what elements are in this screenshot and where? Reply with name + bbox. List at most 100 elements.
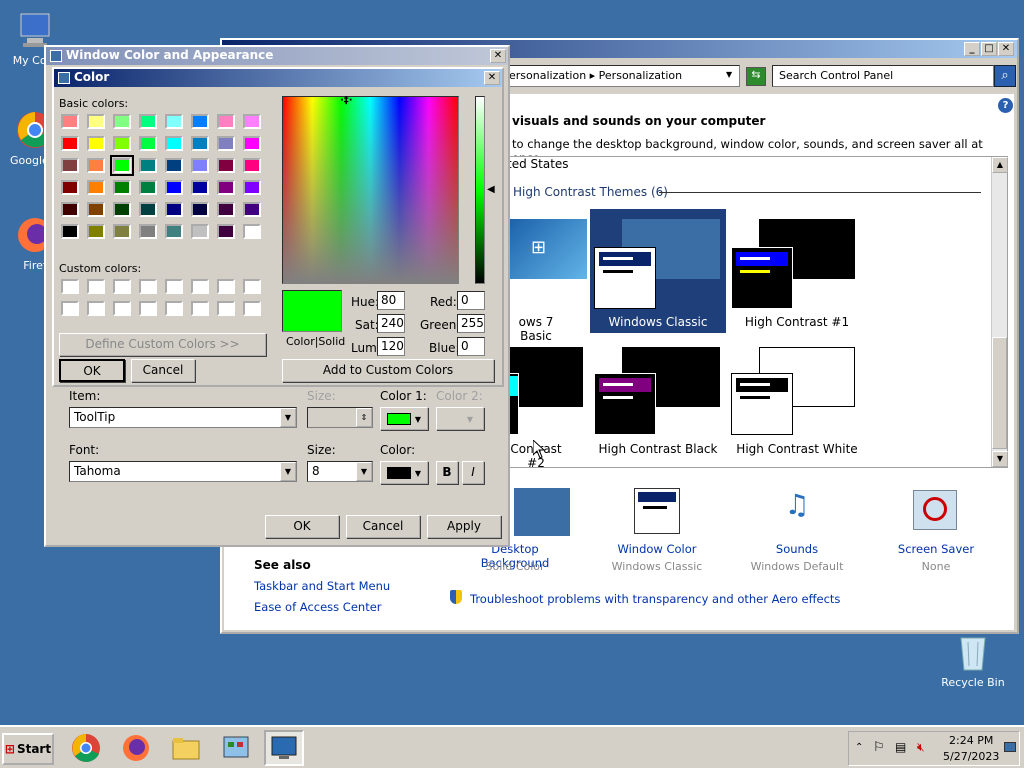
basic-color-swatch[interactable] (243, 114, 261, 129)
theme-high-contrast-2[interactable]: Contrast #2 (505, 337, 591, 470)
custom-color-swatch[interactable] (139, 301, 157, 316)
basic-color-swatch[interactable] (87, 114, 105, 129)
basic-color-swatch[interactable] (243, 136, 261, 151)
custom-color-swatch[interactable] (139, 279, 157, 294)
basic-color-swatch[interactable] (87, 180, 105, 195)
network-icon[interactable]: ▤ (895, 740, 906, 754)
add-to-custom-colors-button[interactable]: Add to Custom Colors (282, 359, 494, 382)
theme-high-contrast-white[interactable]: High Contrast White (729, 337, 865, 461)
basic-color-swatch[interactable] (61, 180, 79, 195)
basic-color-swatch[interactable] (243, 202, 261, 217)
clock-time[interactable]: 2:24 PM (949, 734, 993, 747)
theme-windows-classic[interactable]: Windows Classic (590, 209, 726, 333)
basic-color-swatch[interactable] (110, 155, 134, 176)
clock-date[interactable]: 5/27/2023 (943, 750, 999, 763)
search-input[interactable]: Search Control Panel (772, 65, 994, 87)
basic-color-swatch[interactable] (113, 136, 131, 151)
font-select[interactable]: Tahoma ▼ (69, 461, 297, 482)
action-center-flag-icon[interactable]: ⚐ (873, 740, 885, 755)
dialog-titlebar[interactable]: Color (54, 69, 502, 87)
basic-color-swatch[interactable] (165, 158, 183, 173)
basic-color-swatch[interactable] (87, 224, 105, 239)
close-button[interactable]: ✕ (998, 42, 1014, 56)
ease-of-access-link[interactable]: Ease of Access Center (254, 600, 382, 614)
basic-color-swatch[interactable] (139, 202, 157, 217)
basic-color-swatch[interactable] (191, 180, 209, 195)
italic-button[interactable]: I (462, 461, 484, 484)
screen-saver-setting[interactable]: Screen Saver None (881, 488, 991, 573)
ok-button[interactable]: OK (265, 515, 339, 538)
basic-color-swatch[interactable] (217, 180, 235, 195)
basic-color-swatch[interactable] (217, 136, 235, 151)
minimize-button[interactable]: _ (964, 42, 980, 56)
theme-list-scrollbar[interactable]: ▲ ▼ (991, 157, 1008, 467)
close-button[interactable]: ✕ (490, 49, 506, 63)
ok-button[interactable]: OK (59, 359, 125, 382)
basic-color-swatch[interactable] (217, 224, 235, 239)
custom-color-swatch[interactable] (87, 279, 105, 294)
basic-color-swatch[interactable] (165, 136, 183, 151)
taskbar-file-explorer[interactable] (166, 730, 206, 766)
basic-color-swatch[interactable] (113, 180, 131, 195)
scrollbar-thumb[interactable] (992, 337, 1007, 449)
custom-color-swatch[interactable] (217, 279, 235, 294)
lum-input[interactable]: 120 (377, 337, 405, 356)
basic-color-swatch[interactable] (217, 202, 235, 217)
basic-color-swatch[interactable] (165, 224, 183, 239)
taskbar-control-panel[interactable] (216, 730, 256, 766)
basic-color-swatch[interactable] (165, 180, 183, 195)
luminance-slider[interactable] (475, 96, 485, 284)
dialog-titlebar[interactable]: Window Color and Appearance (46, 47, 508, 65)
theme-high-contrast-black[interactable]: High Contrast Black (590, 337, 726, 461)
basic-color-swatch[interactable] (61, 114, 79, 129)
taskbar-firefox[interactable] (116, 730, 156, 766)
custom-color-swatch[interactable] (87, 301, 105, 316)
help-icon[interactable]: ? (998, 98, 1013, 113)
apply-button[interactable]: Apply (427, 515, 501, 538)
refresh-icon[interactable]: ⇆ (746, 67, 766, 86)
theme-windows-7-basic[interactable]: ⊞ ows 7 Basic (505, 209, 591, 343)
basic-color-swatch[interactable] (61, 224, 79, 239)
custom-color-swatch[interactable] (191, 301, 209, 316)
custom-color-swatch[interactable] (113, 279, 131, 294)
basic-color-swatch[interactable] (113, 224, 131, 239)
custom-color-swatch[interactable] (243, 301, 261, 316)
basic-color-swatch[interactable] (87, 202, 105, 217)
show-hidden-icons-icon[interactable]: ⌃ (855, 742, 863, 753)
basic-color-swatch[interactable] (191, 136, 209, 151)
basic-color-swatch[interactable] (113, 202, 131, 217)
basic-color-swatch[interactable] (191, 202, 209, 217)
bold-button[interactable]: B (436, 461, 458, 484)
custom-color-swatch[interactable] (61, 301, 79, 316)
address-dropdown-arrow-icon[interactable]: ▼ (726, 70, 732, 79)
basic-color-swatch[interactable] (87, 136, 105, 151)
basic-color-swatch[interactable] (217, 114, 235, 129)
cancel-button[interactable]: Cancel (131, 359, 195, 382)
theme-high-contrast-1[interactable]: High Contrast #1 (729, 209, 865, 333)
item-select[interactable]: ToolTip ▼ (69, 407, 297, 428)
basic-color-swatch[interactable] (191, 224, 209, 239)
basic-color-swatch[interactable] (243, 180, 261, 195)
custom-color-swatch[interactable] (217, 301, 235, 316)
basic-color-swatch[interactable] (243, 224, 261, 239)
hue-input[interactable]: 80 (377, 291, 405, 310)
basic-color-swatch[interactable] (87, 158, 105, 173)
taskbar-chrome[interactable] (66, 730, 106, 766)
window-color-setting[interactable]: Window Color Windows Classic (602, 488, 712, 573)
basic-color-swatch[interactable] (113, 114, 131, 129)
color1-button[interactable]: ▼ (380, 407, 428, 430)
basic-color-swatch[interactable] (61, 202, 79, 217)
basic-color-swatch[interactable] (139, 114, 157, 129)
basic-color-swatch[interactable] (217, 158, 235, 173)
volume-muted-icon[interactable]: 🔇︎ (917, 740, 925, 755)
basic-color-swatch[interactable] (165, 202, 183, 217)
address-bar[interactable]: ersonalization ▸ Personalization (504, 65, 740, 87)
font-color-button[interactable]: ▼ (380, 461, 428, 484)
cancel-button[interactable]: Cancel (346, 515, 420, 538)
custom-color-swatch[interactable] (191, 279, 209, 294)
sounds-setting[interactable]: ♫ Sounds Windows Default (742, 488, 852, 573)
basic-color-swatch[interactable] (61, 136, 79, 151)
color-spectrum[interactable] (282, 96, 459, 284)
taskbar-personalization[interactable] (264, 730, 304, 766)
show-desktop-icon[interactable] (1004, 742, 1016, 752)
